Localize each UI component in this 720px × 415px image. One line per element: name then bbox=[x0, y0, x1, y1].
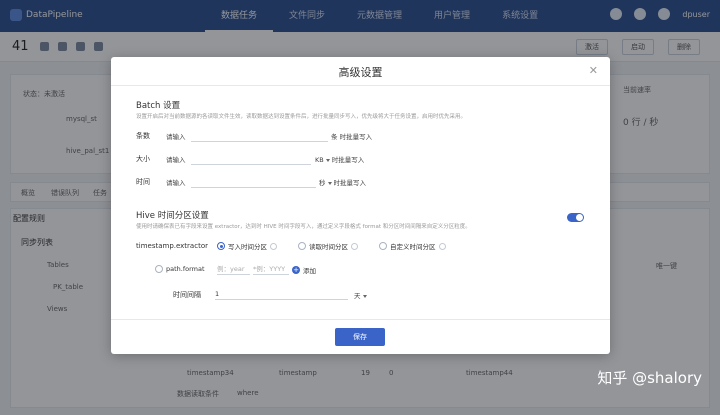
batch-time-label: 时间 bbox=[136, 178, 150, 186]
add-path-format-button[interactable]: + 添加 bbox=[292, 265, 316, 275]
modal-body: Batch 设置 设置开启后对当前数据源的各读取文件生效，读取数据达到设置条件后… bbox=[111, 87, 610, 319]
batch-time-suffix: 时批量写入 bbox=[333, 179, 367, 187]
path-format-key-input[interactable] bbox=[217, 265, 250, 273]
batch-time-input[interactable] bbox=[191, 178, 316, 186]
batch-size-input[interactable] bbox=[191, 155, 311, 163]
batch-time-unit-select[interactable]: 秒时批量写入 bbox=[319, 177, 366, 187]
modal-footer: 保存 bbox=[111, 319, 610, 354]
radio-icon bbox=[298, 242, 306, 250]
batch-size-label: 大小 bbox=[136, 155, 150, 163]
batch-count-prompt: 请输入 bbox=[166, 133, 186, 141]
path-format-option[interactable]: path.format bbox=[155, 265, 205, 273]
plus-icon: + bbox=[292, 266, 300, 274]
toggle-knob bbox=[576, 214, 583, 221]
batch-size-field[interactable] bbox=[191, 154, 311, 165]
help-icon[interactable] bbox=[351, 242, 358, 250]
extractor-label: timestamp.extractor bbox=[136, 242, 208, 250]
batch-size-unit: KB bbox=[315, 156, 324, 164]
radio-checked-icon bbox=[217, 242, 225, 250]
interval-unit: 天 bbox=[354, 292, 361, 300]
batch-time-unit: 秒 bbox=[319, 179, 326, 187]
path-format-value-input[interactable] bbox=[253, 265, 289, 273]
batch-time-field[interactable] bbox=[191, 177, 316, 188]
batch-count-unit: 条 时批量写入 bbox=[331, 133, 373, 141]
batch-section-title: Batch 设置 bbox=[136, 101, 181, 111]
save-button[interactable]: 保存 bbox=[335, 328, 385, 346]
chevron-down-icon bbox=[362, 294, 367, 298]
interval-unit-select[interactable]: 天 bbox=[354, 290, 369, 300]
advanced-settings-modal: 高级设置 ✕ Batch 设置 设置开启后对当前数据源的各读取文件生效，读取数据… bbox=[111, 57, 610, 354]
path-format-value-field[interactable] bbox=[253, 264, 289, 275]
batch-count-label: 条数 bbox=[136, 132, 150, 140]
chevron-down-icon bbox=[325, 158, 330, 162]
chevron-down-icon bbox=[327, 181, 332, 185]
batch-count-input[interactable] bbox=[191, 132, 328, 140]
batch-time-prompt: 请输入 bbox=[166, 179, 186, 187]
radio-custom-time-label: 自定义时间分区 bbox=[390, 243, 436, 251]
path-format-label: path.format bbox=[166, 265, 205, 273]
radio-write-time[interactable]: 写入时间分区 bbox=[217, 241, 277, 251]
radio-read-time[interactable]: 读取时间分区 bbox=[298, 241, 358, 251]
interval-input[interactable] bbox=[215, 290, 348, 298]
batch-size-prompt: 请输入 bbox=[166, 156, 186, 164]
interval-field[interactable] bbox=[215, 289, 348, 300]
interval-label: 时间间隔 bbox=[173, 291, 201, 299]
radio-icon bbox=[379, 242, 387, 250]
batch-size-unit-select[interactable]: KB 时批量写入 bbox=[315, 154, 364, 164]
help-icon[interactable] bbox=[438, 242, 446, 250]
batch-section-desc: 设置开启后对当前数据源的各读取文件生效，读取数据达到设置条件后，进行批量同步写入… bbox=[136, 114, 467, 120]
radio-read-time-label: 读取时间分区 bbox=[309, 243, 348, 251]
radio-custom-time[interactable]: 自定义时间分区 bbox=[379, 241, 446, 251]
batch-count-field[interactable] bbox=[191, 131, 328, 142]
watermark-text: 知乎 @shalory bbox=[597, 369, 702, 387]
modal-header: 高级设置 ✕ bbox=[111, 57, 610, 86]
radio-write-time-label: 写入时间分区 bbox=[228, 243, 267, 251]
radio-icon bbox=[155, 265, 163, 273]
close-icon[interactable]: ✕ bbox=[589, 65, 598, 76]
modal-title: 高级设置 bbox=[338, 66, 383, 79]
hive-section-title: Hive 时间分区设置 bbox=[136, 211, 209, 221]
hive-partition-toggle[interactable] bbox=[567, 213, 584, 222]
help-icon[interactable] bbox=[270, 242, 277, 250]
path-format-key-field[interactable] bbox=[217, 264, 250, 275]
hive-section-desc: 使用时请确保表已有字段来设置 extractor，达到时 HIVE 时间字段写入… bbox=[136, 224, 471, 230]
batch-size-suffix: 时批量写入 bbox=[331, 156, 365, 164]
add-label: 添加 bbox=[303, 267, 316, 275]
